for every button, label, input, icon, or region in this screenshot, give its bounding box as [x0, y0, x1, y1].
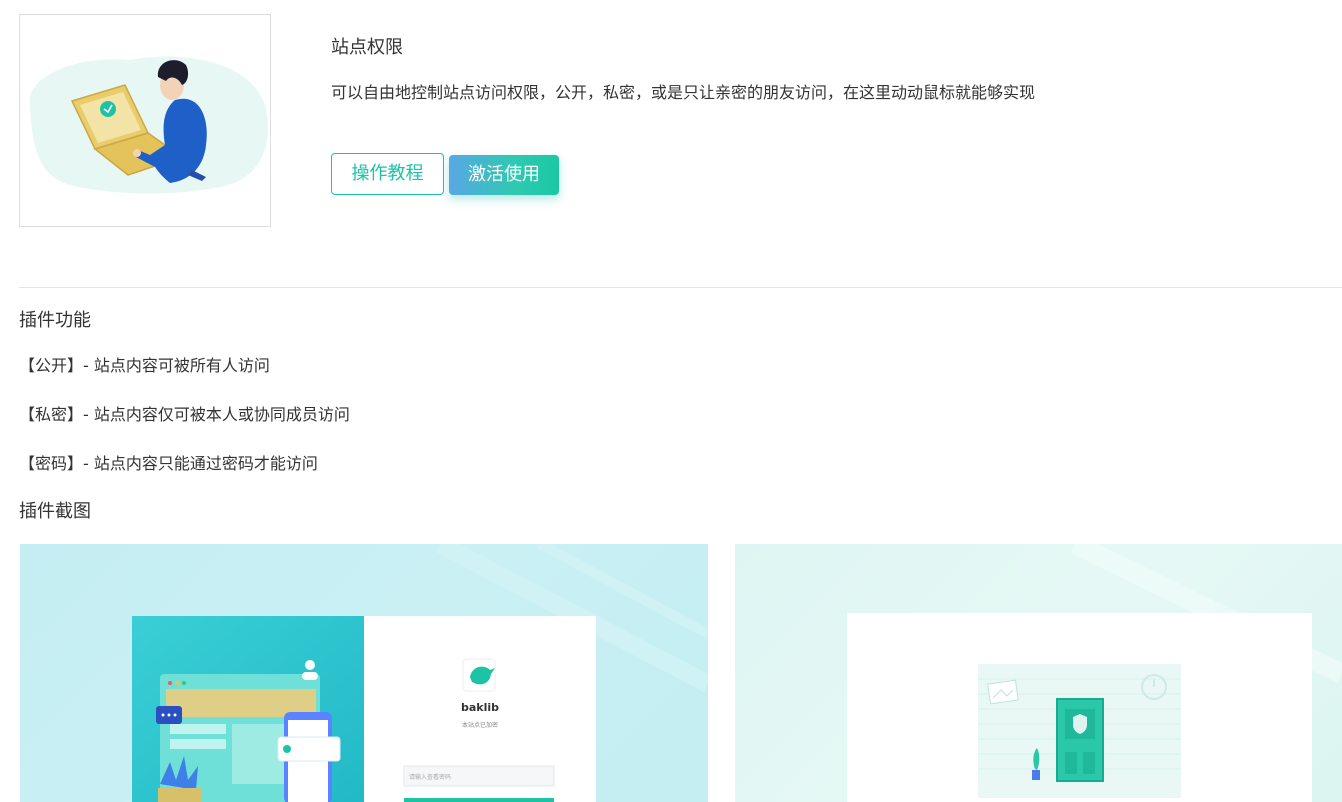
- person-laptop-illustration: [29, 56, 268, 194]
- tutorial-button[interactable]: 操作教程: [331, 153, 444, 195]
- feature-item-password: 【密码】- 站点内容只能通过密码才能访问: [19, 454, 318, 473]
- plugin-title: 站点权限: [331, 37, 403, 58]
- plugin-thumbnail: [19, 14, 271, 227]
- login-password-placeholder: 请输入查看密码: [409, 774, 452, 781]
- feature-item-private: 【私密】- 站点内容仅可被本人或协同成员访问: [19, 405, 350, 424]
- feature-item-public: 【公开】- 站点内容可被所有人访问: [19, 356, 270, 375]
- screenshots-heading: 插件截图: [19, 501, 91, 522]
- login-subtitle: 本站点已加密: [461, 722, 498, 729]
- login-brand-name: baklib: [460, 701, 500, 714]
- plugin-screenshot-1[interactable]: baklib 本站点已加密 请输入查看密码: [20, 544, 708, 802]
- plugin-screenshot-2[interactable]: [735, 544, 1342, 802]
- section-divider: [19, 287, 1342, 288]
- locked-door-screenshot: [847, 544, 1342, 802]
- features-heading: 插件功能: [19, 310, 91, 331]
- activate-button[interactable]: 激活使用: [449, 155, 559, 195]
- plugin-description: 可以自由地控制站点访问权限，公开，私密，或是只让亲密的朋友访问，在这里动动鼠标就…: [331, 83, 1036, 102]
- login-page-screenshot: [132, 544, 708, 802]
